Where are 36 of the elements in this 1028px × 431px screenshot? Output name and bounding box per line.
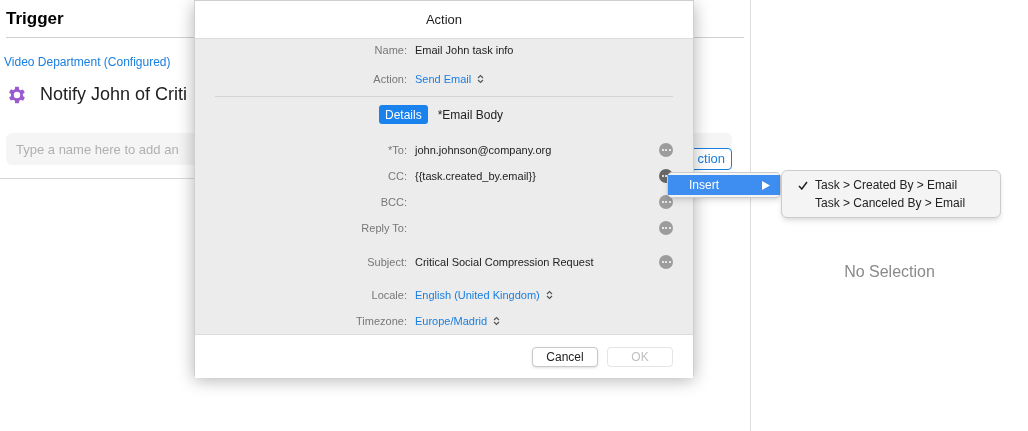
popup-button[interactable]: Europe/Madrid bbox=[415, 312, 501, 330]
field-value[interactable]: Critical Social Compression Request bbox=[415, 253, 594, 271]
field-label: BCC: bbox=[379, 194, 408, 210]
field-label: Subject: bbox=[366, 254, 408, 270]
dialog-title: Action bbox=[425, 10, 463, 29]
more-button[interactable] bbox=[659, 255, 673, 269]
stepper-icon bbox=[493, 316, 501, 326]
field-value: Email John task info bbox=[415, 42, 514, 58]
field-value[interactable]: john.johnson@company.org bbox=[415, 141, 552, 159]
more-button[interactable] bbox=[659, 195, 673, 209]
dialog-button[interactable]: Cancel bbox=[532, 346, 598, 367]
checkmark-icon bbox=[798, 180, 808, 190]
field-value[interactable]: {{task.created_by.email}} bbox=[415, 167, 536, 185]
popup-button[interactable]: English (United Kingdom) bbox=[415, 286, 553, 304]
trigger-name: Notify John of Criti bbox=[40, 83, 188, 106]
configured-link[interactable]: Video Department (Configured) bbox=[4, 55, 171, 69]
tab[interactable]: *Email Body bbox=[431, 105, 510, 124]
field-label: Reply To: bbox=[360, 220, 408, 236]
empty-state-text: No Selection bbox=[844, 262, 935, 282]
field-label: Action: bbox=[372, 71, 408, 87]
stepper-icon bbox=[545, 290, 553, 300]
field-label: CC: bbox=[387, 168, 408, 184]
tab[interactable]: Details bbox=[379, 105, 428, 124]
field-label: Timezone: bbox=[355, 313, 408, 329]
submenu-arrow-icon bbox=[762, 180, 770, 190]
panel-title: Trigger bbox=[6, 7, 64, 30]
more-button[interactable] bbox=[659, 221, 673, 235]
menu-item[interactable]: Task > Canceled By > Email bbox=[782, 194, 1000, 212]
more-button[interactable] bbox=[659, 143, 673, 157]
field-label: *To: bbox=[387, 142, 408, 158]
stepper-icon bbox=[477, 74, 485, 84]
menu-item[interactable]: Task > Created By > Email bbox=[782, 176, 1000, 194]
field-label: Name: bbox=[373, 42, 408, 58]
popup-button[interactable]: Send Email bbox=[415, 70, 485, 88]
menu-item[interactable]: Insert bbox=[668, 175, 780, 195]
field-label: Locale: bbox=[370, 287, 408, 303]
